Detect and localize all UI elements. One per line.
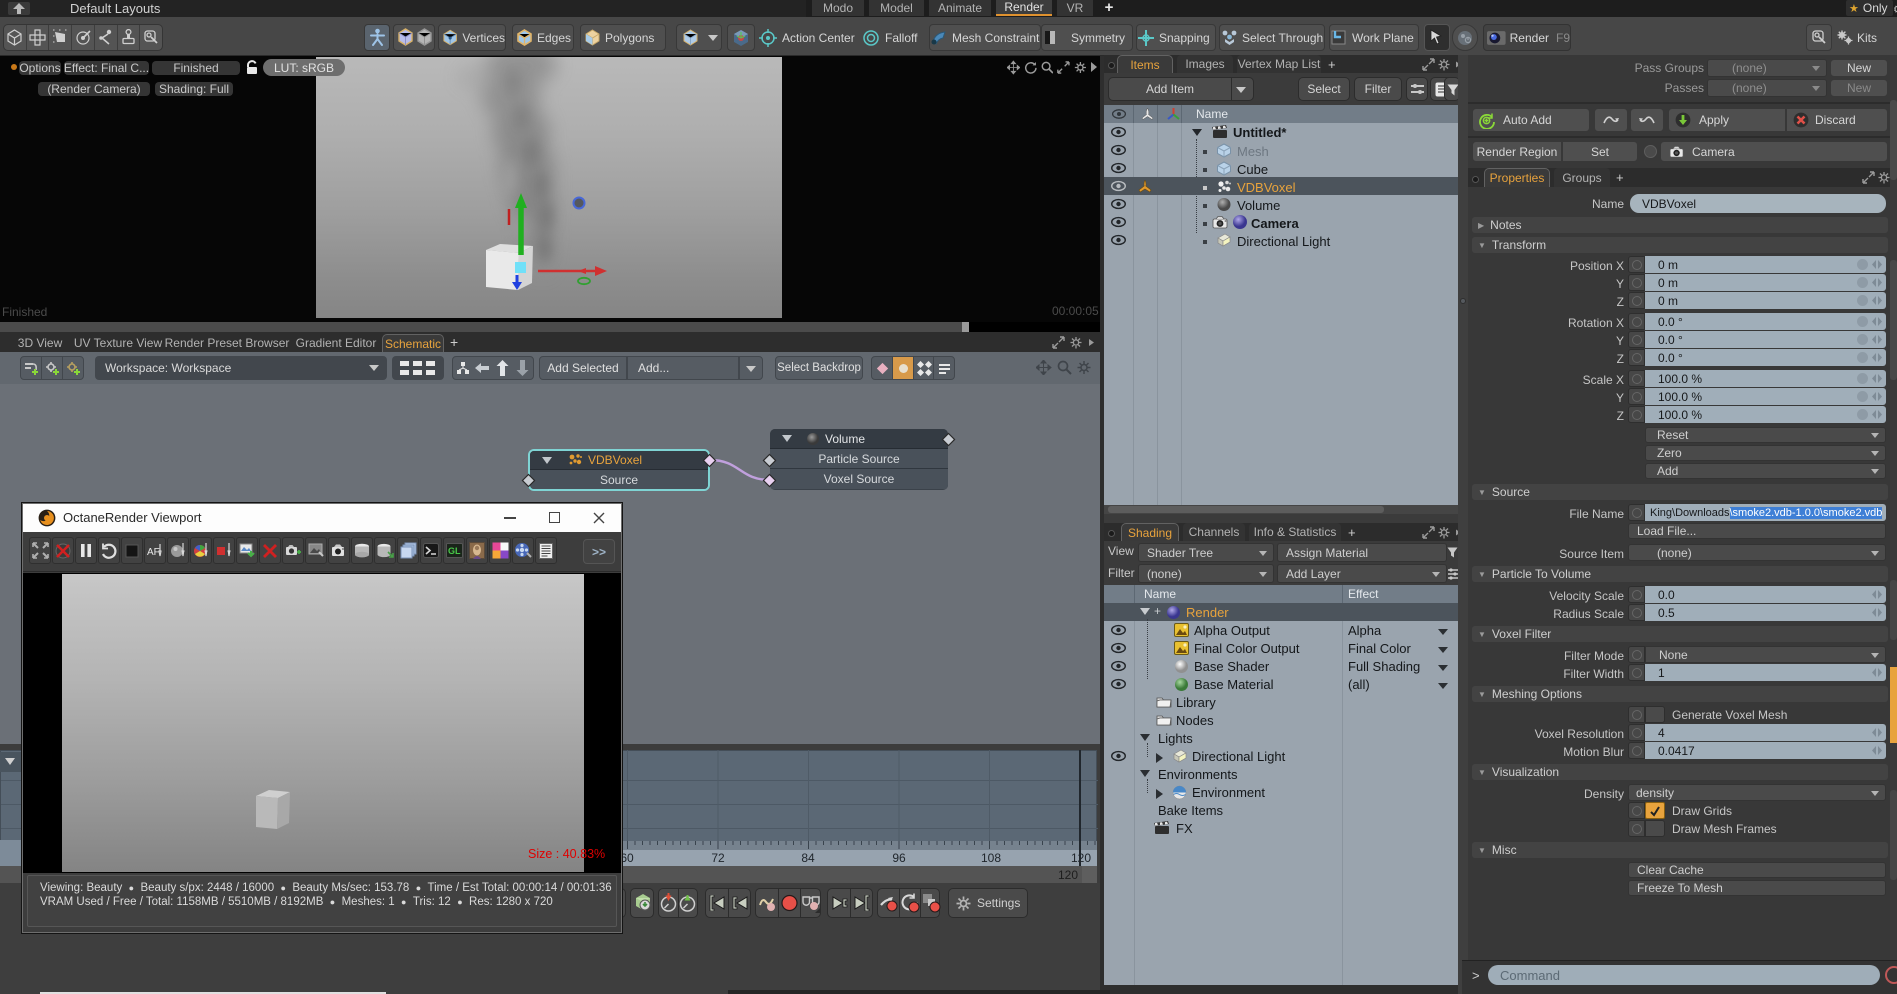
svg-text:108: 108 bbox=[981, 851, 1001, 865]
svg-text:84: 84 bbox=[801, 851, 815, 865]
svg-text:120: 120 bbox=[1071, 851, 1091, 865]
svg-text:GL: GL bbox=[448, 546, 461, 556]
svg-text:120: 120 bbox=[1058, 868, 1078, 882]
svg-text:AF: AF bbox=[147, 547, 160, 558]
svg-text:96: 96 bbox=[892, 851, 906, 865]
svg-text:72: 72 bbox=[711, 851, 725, 865]
svg-text:60: 60 bbox=[620, 851, 634, 865]
